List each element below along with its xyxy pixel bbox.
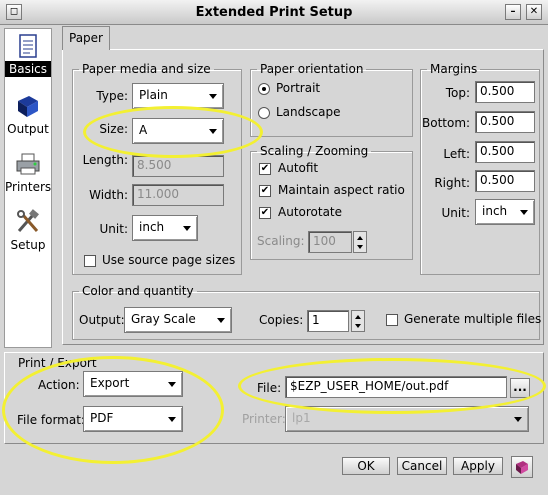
sidebar-item-basics[interactable]: Basics — [5, 33, 51, 77]
title-bar[interactable]: ◻ Extended Print Setup – ✕ — [0, 0, 548, 25]
sidebar-item-printers[interactable]: Printers — [5, 151, 51, 195]
unit-value: inch — [139, 220, 165, 234]
help-button[interactable] — [511, 456, 533, 478]
autofit-label: Autofit — [278, 161, 319, 175]
printer-icon — [16, 153, 40, 175]
portrait-label: Portrait — [276, 81, 321, 95]
maintain-aspect-label: Maintain aspect ratio — [278, 183, 405, 197]
sidebar-item-label: Printers — [5, 180, 52, 194]
copies-field[interactable]: 1 — [307, 310, 349, 332]
printer-select[interactable]: lp1 — [285, 406, 529, 432]
file-label: File: — [257, 381, 282, 395]
tools-icon — [17, 209, 39, 232]
browse-button[interactable]: ... — [510, 378, 530, 398]
autorotate-label: Autorotate — [278, 205, 343, 219]
chevron-down-icon — [209, 94, 217, 99]
bottom-margin-label: Bottom: — [422, 116, 471, 130]
file-path-field[interactable]: $EZP_USER_HOME/out.pdf — [285, 376, 507, 398]
width-field[interactable]: 11.000 — [132, 184, 224, 206]
unit-label: Unit: — [99, 222, 128, 236]
copies-spinner[interactable] — [351, 310, 365, 332]
scaling-label: Scaling: — [257, 234, 305, 248]
type-label: Type: — [96, 89, 128, 103]
chevron-down-icon — [514, 417, 522, 422]
length-label: Length: — [82, 153, 128, 167]
margin-unit-label: Unit: — [441, 206, 470, 220]
chevron-down-icon — [168, 382, 176, 387]
scaling-field[interactable]: 100 — [308, 231, 352, 253]
maintain-aspect-checkbox[interactable]: ✔ — [259, 185, 271, 197]
sidebar-item-setup[interactable]: Setup — [5, 209, 51, 253]
use-source-sizes-label: Use source page sizes — [102, 253, 236, 267]
unit-select[interactable]: inch — [132, 215, 198, 241]
window-title: Extended Print Setup — [195, 5, 353, 20]
length-field[interactable]: 8.500 — [132, 155, 224, 177]
sidebar-item-label: Setup — [10, 238, 46, 252]
margins-legend: Margins — [430, 62, 478, 76]
width-label: Width: — [89, 188, 128, 202]
print-export-legend: Print / Export — [18, 356, 97, 370]
color-quantity-legend: Color and quantity — [82, 284, 194, 298]
sidebar-item-output[interactable]: Output — [5, 93, 51, 137]
action-label: Action: — [38, 378, 80, 392]
file-format-value: PDF — [90, 411, 114, 425]
sidebar-item-label: Basics — [5, 61, 51, 77]
chevron-down-icon — [168, 417, 176, 422]
landscape-label: Landscape — [276, 105, 341, 119]
left-margin-field[interactable]: 0.500 — [475, 141, 535, 163]
orientation-legend: Paper orientation — [260, 62, 364, 76]
chevron-down-icon — [209, 129, 217, 134]
scaling-spinner[interactable] — [353, 231, 367, 253]
autofit-checkbox[interactable]: ✔ — [259, 163, 271, 175]
printer-value: lp1 — [292, 411, 311, 425]
output-label: Output: — [79, 313, 125, 327]
help-book-icon — [516, 461, 528, 474]
book-icon — [18, 96, 38, 117]
printer-label: Printer: — [242, 412, 286, 426]
sidebar: Basics Output Printers Setup — [4, 28, 52, 348]
scaling-legend: Scaling / Zooming — [260, 144, 369, 158]
multiple-files-checkbox[interactable] — [386, 314, 398, 326]
output-select[interactable]: Gray Scale — [124, 307, 232, 333]
top-margin-label: Top: — [445, 86, 470, 100]
type-value: Plain — [139, 88, 168, 102]
cancel-button[interactable]: Cancel — [397, 457, 447, 475]
apply-button[interactable]: Apply — [453, 457, 503, 475]
portrait-radio[interactable] — [258, 83, 270, 95]
use-source-sizes-checkbox[interactable] — [84, 255, 96, 267]
ok-button[interactable]: OK — [342, 457, 390, 475]
file-format-label: File format: — [17, 413, 85, 427]
bottom-margin-field[interactable]: 0.500 — [475, 111, 535, 133]
size-label: Size: — [99, 122, 128, 136]
type-select[interactable]: Plain — [132, 83, 224, 109]
left-margin-label: Left: — [443, 147, 470, 161]
top-margin-field[interactable]: 0.500 — [475, 81, 535, 103]
chevron-down-icon — [183, 226, 191, 231]
chevron-down-icon — [520, 210, 528, 215]
minimize-button[interactable]: – — [505, 4, 521, 20]
orientation-group: Paper orientation — [250, 62, 413, 137]
margin-unit-value: inch — [482, 204, 508, 218]
right-margin-label: Right: — [434, 176, 470, 190]
paper-media-legend: Paper media and size — [82, 62, 211, 76]
document-icon — [19, 34, 37, 58]
copies-label: Copies: — [259, 313, 304, 327]
multiple-files-label: Generate multiple files — [404, 312, 542, 326]
action-select[interactable]: Export — [83, 371, 183, 397]
right-margin-field[interactable]: 0.500 — [475, 170, 535, 192]
close-button[interactable]: ✕ — [526, 4, 542, 20]
chevron-down-icon — [217, 318, 225, 323]
autorotate-checkbox[interactable]: ✔ — [259, 207, 271, 219]
file-format-select[interactable]: PDF — [83, 406, 183, 432]
output-value: Gray Scale — [131, 312, 196, 326]
sidebar-item-label: Output — [7, 122, 49, 136]
landscape-radio[interactable] — [258, 107, 270, 119]
tab-paper[interactable]: Paper — [62, 26, 110, 50]
size-select[interactable]: A — [132, 118, 224, 144]
action-value: Export — [90, 376, 130, 390]
margin-unit-select[interactable]: inch — [475, 199, 535, 225]
size-value: A — [139, 123, 148, 137]
